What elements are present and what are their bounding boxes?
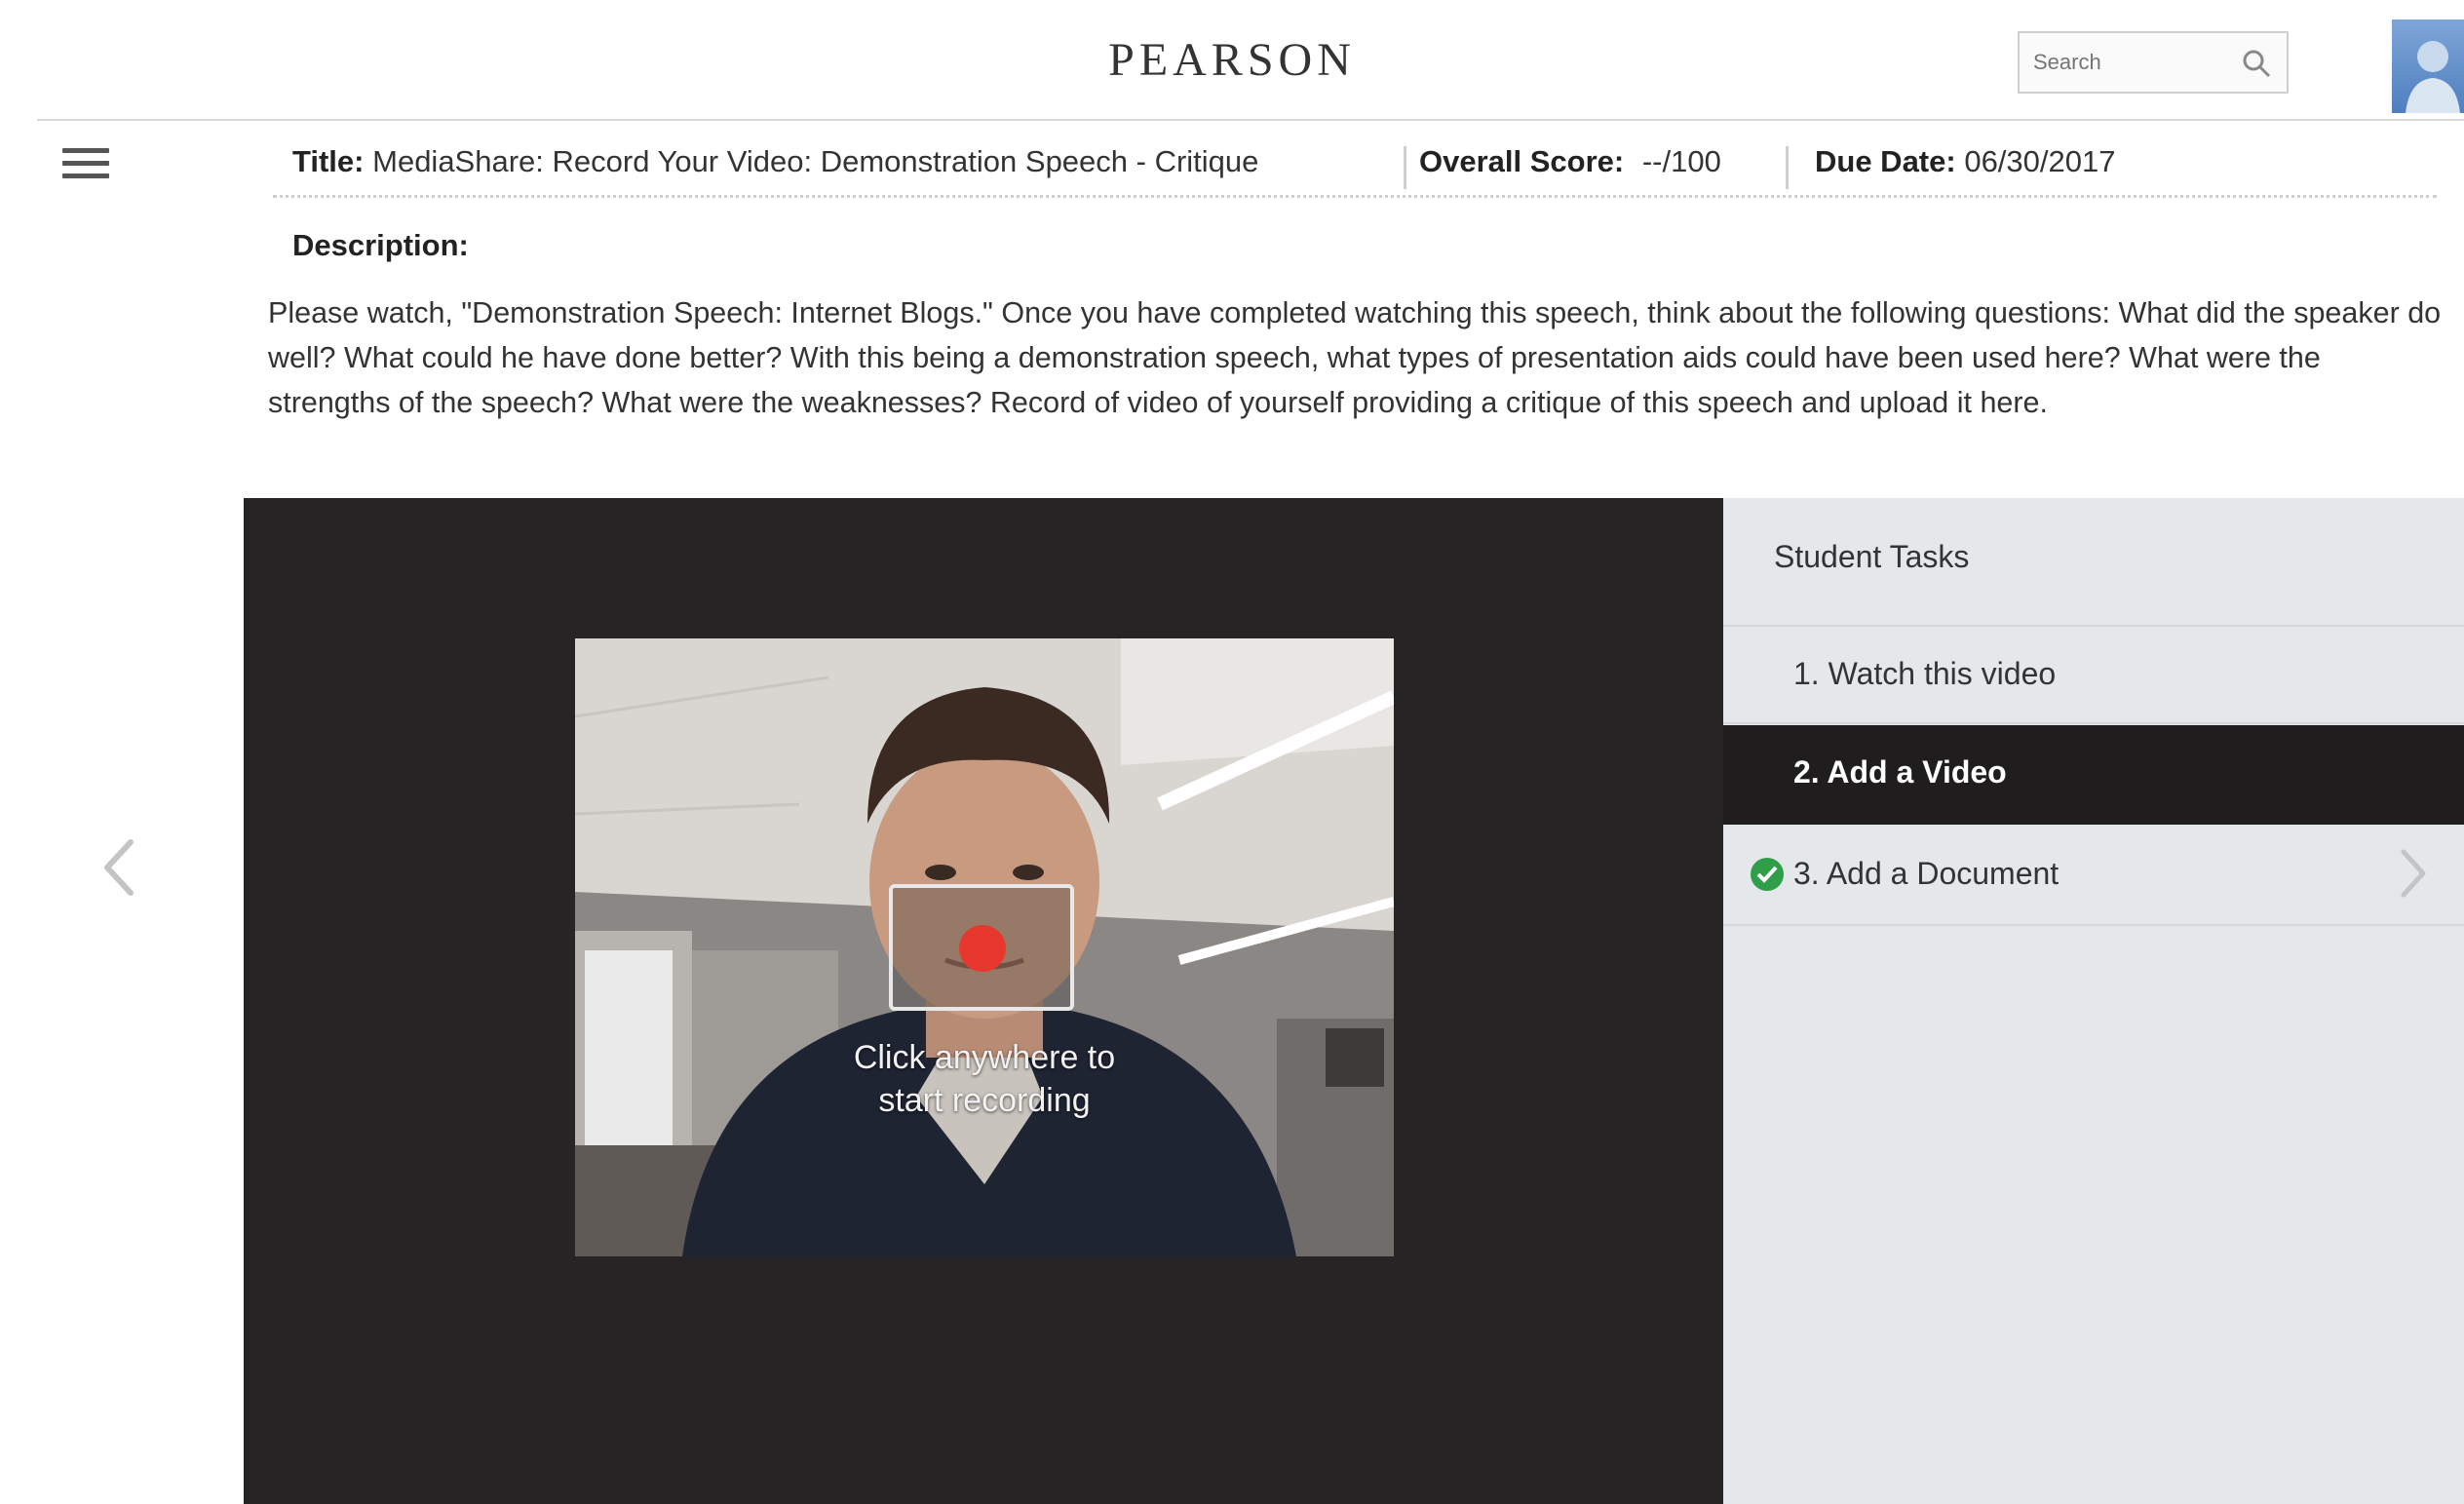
header-divider bbox=[37, 119, 2464, 121]
video-recorder-panel[interactable]: Click anywhere to start recording bbox=[244, 498, 1723, 1504]
task-watch-video[interactable]: 1. Watch this video bbox=[1723, 625, 2464, 724]
avatar-image bbox=[2406, 41, 2460, 113]
description-text: Please watch, "Demonstration Speech: Int… bbox=[268, 296, 2442, 419]
record-caption-line1: Click anywhere to bbox=[853, 1039, 1116, 1076]
separator bbox=[1404, 146, 1406, 189]
student-tasks-title: Student Tasks bbox=[1774, 539, 1970, 574]
search-box[interactable] bbox=[2018, 31, 2289, 94]
task-label: 2. Add a Video bbox=[1793, 754, 2007, 790]
due-date: Due Date: 06/30/2017 bbox=[1815, 144, 2115, 183]
title-label: Title: bbox=[292, 144, 365, 178]
hamburger-icon[interactable] bbox=[62, 148, 109, 183]
chevron-left-icon[interactable] bbox=[97, 836, 140, 899]
search-input[interactable] bbox=[2033, 43, 2228, 82]
task-label: 3. Add a Document bbox=[1793, 856, 2060, 891]
score-label: Overall Score: bbox=[1419, 144, 1625, 178]
record-icon bbox=[959, 925, 1006, 972]
due-label: Due Date: bbox=[1815, 144, 1956, 178]
task-add-document[interactable]: 3. Add a Document bbox=[1723, 827, 2464, 926]
overall-score: Overall Score: --/100 bbox=[1419, 144, 1721, 183]
student-tasks-panel: Student Tasks 1. Watch this video 2. Add… bbox=[1723, 498, 2464, 1504]
chevron-right-icon[interactable] bbox=[2396, 846, 2431, 901]
info-divider bbox=[273, 195, 2437, 198]
record-caption-line2: start recording bbox=[878, 1082, 1091, 1119]
search-icon[interactable] bbox=[2240, 47, 2273, 80]
record-caption: Click anywhere to start recording bbox=[770, 1036, 1199, 1122]
description-label: Description: bbox=[292, 228, 469, 262]
task-label: 1. Watch this video bbox=[1793, 656, 2057, 691]
record-button[interactable] bbox=[889, 884, 1074, 1011]
due-value: 06/30/2017 bbox=[1964, 144, 2116, 178]
task-add-video[interactable]: 2. Add a Video bbox=[1723, 725, 2464, 825]
separator bbox=[1786, 146, 1789, 189]
check-circle-icon bbox=[1751, 858, 1784, 891]
assignment-title: Title: MediaShare: Record Your Video: De… bbox=[292, 144, 1258, 183]
user-avatar[interactable] bbox=[2392, 19, 2464, 113]
webcam-preview[interactable]: Click anywhere to start recording bbox=[575, 638, 1394, 1256]
title-value: MediaShare: Record Your Video: Demonstra… bbox=[372, 144, 1259, 178]
score-value: --/100 bbox=[1641, 144, 1721, 178]
top-bar: PEARSON bbox=[0, 0, 2464, 121]
